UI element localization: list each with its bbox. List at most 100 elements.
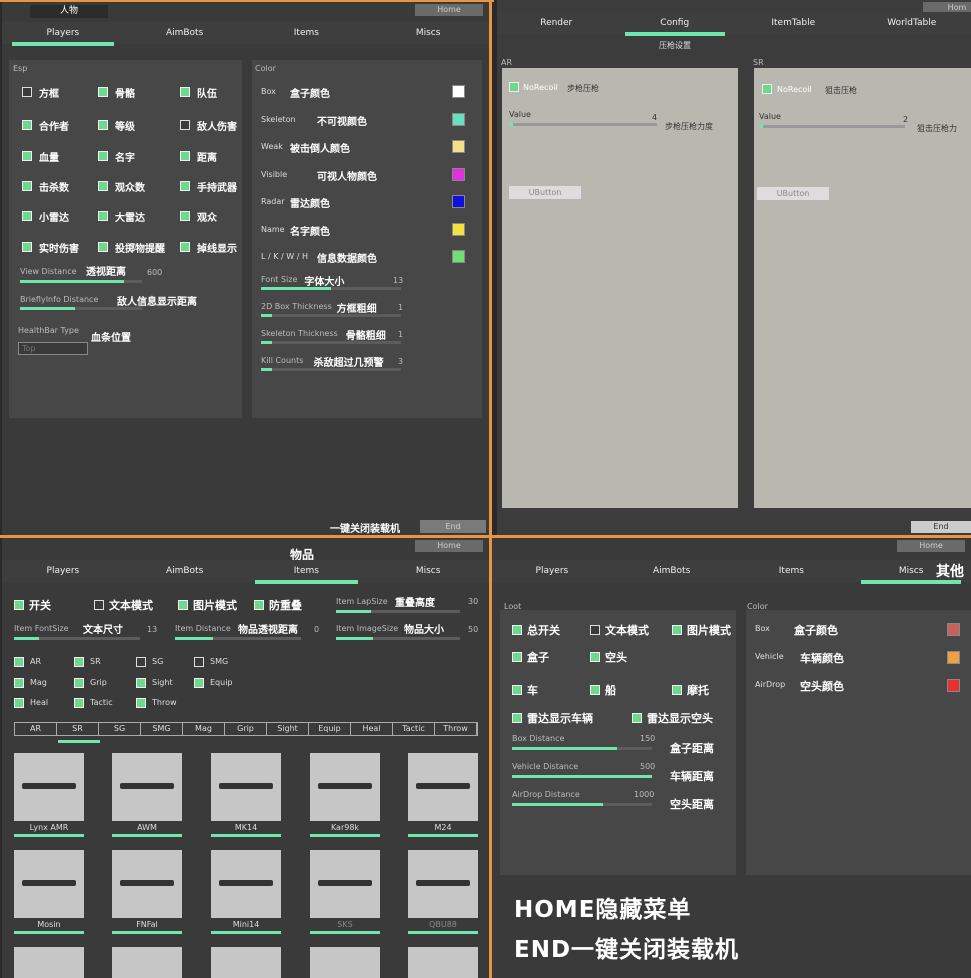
loot-distance-slider[interactable] <box>512 747 652 750</box>
category-checkbox[interactable] <box>74 698 84 708</box>
category-checkbox[interactable] <box>14 677 24 688</box>
category-checkbox[interactable] <box>136 677 146 688</box>
item-mode-checkbox[interactable] <box>14 600 24 610</box>
loot-checkbox[interactable] <box>632 713 642 723</box>
loot-checkbox[interactable] <box>590 625 600 635</box>
ar-value-slider[interactable] <box>509 123 657 126</box>
item-mode-checkbox[interactable] <box>94 600 104 610</box>
category-checkbox[interactable] <box>14 657 24 667</box>
item-mode-checkbox[interactable] <box>254 600 264 610</box>
tab-config[interactable]: Config <box>616 12 735 36</box>
loot-checkbox[interactable] <box>590 685 600 695</box>
esp-checkbox[interactable] <box>98 211 108 221</box>
esp-checkbox[interactable] <box>180 211 190 221</box>
loot-color-swatch[interactable] <box>947 651 960 664</box>
healthbar-select[interactable] <box>18 342 88 355</box>
esp-checkbox[interactable] <box>22 120 32 130</box>
item-card[interactable]: Lynx AMR <box>14 753 84 837</box>
category-tab[interactable]: AR <box>15 723 57 735</box>
category-tab[interactable]: SR <box>57 723 99 735</box>
loot-checkbox[interactable] <box>512 652 522 662</box>
color-swatch[interactable] <box>452 167 465 181</box>
home-button-3[interactable]: Home <box>415 540 483 552</box>
ar-ubutton[interactable]: UButton <box>509 186 581 199</box>
item-size-slider[interactable] <box>211 931 281 934</box>
category-tab[interactable]: SG <box>99 723 141 735</box>
item-size-slider[interactable] <box>112 834 182 837</box>
item-card[interactable]: FNFal <box>112 850 182 934</box>
dist-slider[interactable] <box>175 637 301 640</box>
category-checkbox[interactable] <box>136 657 146 667</box>
esp-checkbox[interactable] <box>180 151 190 161</box>
item-size-slider[interactable] <box>14 931 84 934</box>
item-card[interactable]: AWM <box>112 753 182 837</box>
item-card[interactable]: Mini14 <box>211 850 281 934</box>
tab-aimbots-3[interactable]: AimBots <box>124 560 246 582</box>
esp-checkbox[interactable] <box>98 120 108 130</box>
esp-checkbox[interactable] <box>98 151 108 161</box>
item-card[interactable]: Kar98k <box>310 753 380 837</box>
esp-checkbox[interactable] <box>98 87 108 97</box>
category-checkbox[interactable] <box>14 698 24 708</box>
imgsize-slider[interactable] <box>336 637 460 640</box>
end-button[interactable]: End <box>420 520 486 533</box>
category-checkbox[interactable] <box>74 677 84 688</box>
tab-items-4[interactable]: Items <box>732 560 852 582</box>
item-size-slider[interactable] <box>211 834 281 837</box>
item-card[interactable]: QBU88 <box>408 850 478 934</box>
item-size-slider[interactable] <box>112 931 182 934</box>
loot-color-swatch[interactable] <box>947 623 960 636</box>
view-distance-slider[interactable] <box>20 280 142 283</box>
tab-players-4[interactable]: Players <box>492 560 612 582</box>
tab-miscs-3[interactable]: Miscs <box>367 560 489 582</box>
color-swatch[interactable] <box>452 85 465 98</box>
item-card[interactable]: Mosin <box>14 850 84 934</box>
item-size-slider[interactable] <box>408 931 478 934</box>
esp-checkbox[interactable] <box>22 181 32 191</box>
sr-value-slider[interactable] <box>759 125 905 128</box>
category-tab[interactable]: Mag <box>183 723 225 735</box>
tab-items-3[interactable]: Items <box>246 560 368 584</box>
item-size-slider[interactable] <box>310 931 380 934</box>
loot-checkbox[interactable] <box>590 652 600 662</box>
category-checkbox[interactable] <box>194 677 204 688</box>
category-tab[interactable]: Heal <box>351 723 393 735</box>
esp-checkbox[interactable] <box>22 151 32 161</box>
tab-players-3[interactable]: Players <box>2 560 124 582</box>
esp-checkbox[interactable] <box>180 242 190 252</box>
tab-aimbots-4[interactable]: AimBots <box>612 560 732 582</box>
tab-players[interactable]: Players <box>2 22 124 46</box>
settings-slider[interactable] <box>261 314 401 317</box>
category-tab[interactable]: Grip <box>225 723 267 735</box>
category-checkbox[interactable] <box>136 698 146 708</box>
category-tab[interactable]: Throw <box>435 723 477 735</box>
esp-checkbox[interactable] <box>98 242 108 252</box>
esp-checkbox[interactable] <box>180 87 190 97</box>
esp-checkbox[interactable] <box>22 87 32 97</box>
loot-checkbox[interactable] <box>512 713 522 723</box>
category-tab[interactable]: SMG <box>141 723 183 735</box>
ar-norecoil-checkbox[interactable] <box>509 82 519 92</box>
item-mode-checkbox[interactable] <box>178 600 188 610</box>
font-slider[interactable] <box>14 637 140 640</box>
color-swatch[interactable] <box>452 250 465 263</box>
settings-slider[interactable] <box>261 341 401 344</box>
loot-checkbox[interactable] <box>672 625 682 635</box>
brief-distance-slider[interactable] <box>20 307 142 310</box>
esp-checkbox[interactable] <box>22 211 32 221</box>
category-checkbox[interactable] <box>194 657 204 667</box>
tab-miscs[interactable]: Miscs <box>367 22 489 44</box>
end-button-2[interactable]: End <box>911 521 971 533</box>
color-swatch[interactable] <box>452 195 465 208</box>
home-button-4[interactable]: Home <box>897 540 965 552</box>
loot-distance-slider[interactable] <box>512 775 652 778</box>
esp-checkbox[interactable] <box>22 242 32 252</box>
item-size-slider[interactable] <box>14 834 84 837</box>
item-card[interactable]: M24 <box>408 753 478 837</box>
category-tab[interactable]: Tactic <box>393 723 435 735</box>
category-tab[interactable]: Sight <box>267 723 309 735</box>
settings-slider[interactable] <box>261 287 401 290</box>
loot-color-swatch[interactable] <box>947 679 960 692</box>
home-button[interactable]: Home <box>415 4 483 16</box>
esp-checkbox[interactable] <box>180 120 190 130</box>
